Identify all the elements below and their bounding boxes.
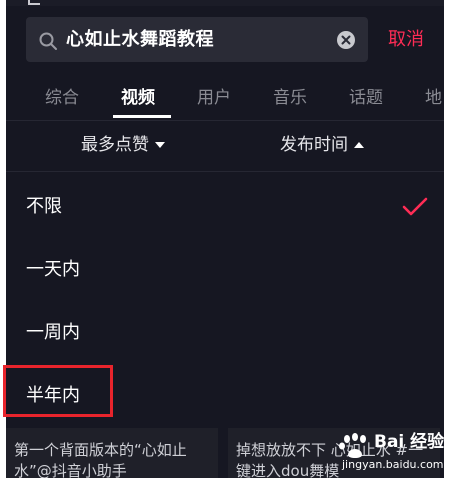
watermark-url: jingyan.baidu.com (342, 458, 444, 471)
result-card[interactable]: 第一个背面版本的“心如止水”@抖音小助手 (6, 428, 218, 478)
annotation-highlight-box (3, 365, 113, 417)
baidu-jingyan-watermark: Bai 经验 jingyan.baidu.com (338, 431, 444, 475)
status-strip (6, 0, 444, 6)
active-tab-indicator (113, 115, 171, 118)
time-option-one-day[interactable]: 一天内 (26, 258, 80, 282)
tab-topics[interactable]: 话题 (349, 87, 383, 109)
sort-publish-time-dropdown[interactable]: 发布时间 (280, 134, 364, 156)
tab-video[interactable]: 视频 (121, 87, 155, 109)
caret-up-icon (354, 142, 364, 148)
cancel-button[interactable]: 取消 (388, 28, 424, 52)
checkmark-icon (402, 197, 428, 216)
time-option-unlimited[interactable]: 不限 (26, 195, 62, 219)
search-query[interactable]: 心如止水舞蹈教程 (66, 28, 214, 52)
sort-most-likes-dropdown[interactable]: 最多点赞 (81, 134, 165, 156)
sort-publish-time-label: 发布时间 (280, 135, 348, 155)
clear-icon[interactable] (336, 30, 356, 50)
sort-bar: 最多点赞 发布时间 (6, 120, 444, 172)
tab-places[interactable]: 地 (425, 87, 442, 109)
tab-all[interactable]: 综合 (45, 87, 79, 109)
search-icon (39, 32, 57, 50)
result-title: 第一个背面版本的“心如止水”@抖音小助手 (14, 441, 187, 478)
search-input[interactable]: 心如止水舞蹈教程 (26, 17, 368, 62)
tab-music[interactable]: 音乐 (273, 87, 307, 109)
watermark-brand: Bai 经验 (374, 432, 445, 452)
tab-users[interactable]: 用户 (197, 87, 231, 109)
caret-down-icon (155, 142, 165, 148)
back-icon[interactable] (28, 0, 40, 5)
sort-most-likes-label: 最多点赞 (81, 135, 149, 155)
paw-logo-icon (339, 433, 366, 458)
time-option-one-week[interactable]: 一周内 (26, 321, 80, 345)
category-tabs: 综合 视频 用户 音乐 话题 地 (6, 77, 444, 118)
